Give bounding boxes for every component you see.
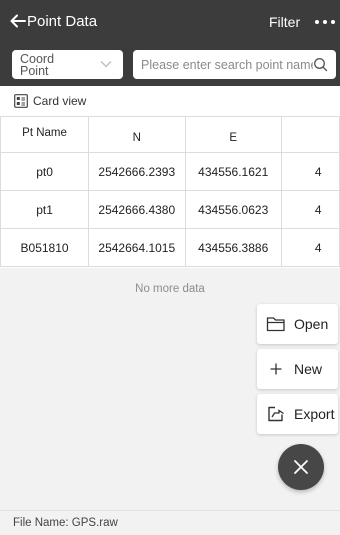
page-title: Point Data: [27, 13, 98, 30]
table-row[interactable]: pt1 2542666.4380 434556.0623 4: [0, 191, 340, 229]
new-button[interactable]: New: [257, 349, 338, 389]
export-icon: [268, 406, 284, 422]
folder-open-icon: [266, 317, 285, 332]
no-more-data-text: No more data: [135, 283, 205, 295]
search-field: [133, 50, 336, 79]
column-header-pt-name[interactable]: Pt Name: [0, 116, 90, 153]
export-label: Export: [294, 406, 335, 422]
open-button[interactable]: Open: [257, 304, 338, 344]
filter-button[interactable]: Filter: [269, 14, 300, 30]
plus-icon: [270, 363, 282, 375]
cell-extra: 4: [281, 191, 340, 229]
export-button[interactable]: Export: [257, 394, 338, 434]
chevron-down-icon: [100, 61, 112, 68]
cell-e: 434556.1621: [185, 153, 282, 191]
arrow-left-icon[interactable]: [8, 11, 28, 31]
footer-bar: File Name: GPS.raw: [0, 510, 340, 535]
cell-extra: 4: [281, 229, 340, 267]
close-icon: [294, 460, 308, 474]
cell-n: 2542664.1015: [89, 229, 186, 267]
column-header-e[interactable]: E: [185, 116, 282, 153]
cell-pt-name: B051810: [0, 229, 90, 267]
fab-close-button[interactable]: [278, 444, 324, 490]
points-table: Pt Name N E pt0 2542666.2393 434556.1621…: [0, 116, 340, 268]
fab-overlay[interactable]: No more data Open New Export: [0, 268, 340, 510]
search-bar: Coord Point: [0, 44, 340, 86]
cell-e: 434556.0623: [185, 191, 282, 229]
column-header-more[interactable]: [281, 116, 340, 153]
more-horizontal-icon[interactable]: [314, 14, 340, 30]
cell-n: 2542666.4380: [89, 191, 186, 229]
file-name-label: File Name: GPS.raw: [13, 517, 118, 529]
cell-extra: 4: [281, 153, 340, 191]
coord-type-value: Coord Point: [20, 52, 55, 78]
card-view-label: Card view: [33, 94, 87, 108]
table-row[interactable]: pt0 2542666.2393 434556.1621 4: [0, 153, 340, 191]
table-row[interactable]: B051810 2542664.1015 434556.3886 4: [0, 229, 340, 267]
cell-n: 2542666.2393: [89, 153, 186, 191]
cell-pt-name: pt0: [0, 153, 90, 191]
column-header-n[interactable]: N: [89, 116, 186, 153]
search-input[interactable]: [141, 54, 313, 75]
coord-type-select[interactable]: Coord Point: [12, 50, 123, 79]
card-view-icon: [14, 94, 28, 108]
cell-e: 434556.3886: [185, 229, 282, 267]
search-icon[interactable]: [313, 57, 328, 72]
cell-pt-name: pt1: [0, 191, 90, 229]
app-bar: Point Data Filter: [0, 0, 340, 44]
open-label: Open: [294, 316, 329, 332]
new-label: New: [294, 361, 323, 377]
card-view-toggle[interactable]: Card view: [14, 90, 86, 112]
table-header: Pt Name N E: [0, 116, 340, 153]
